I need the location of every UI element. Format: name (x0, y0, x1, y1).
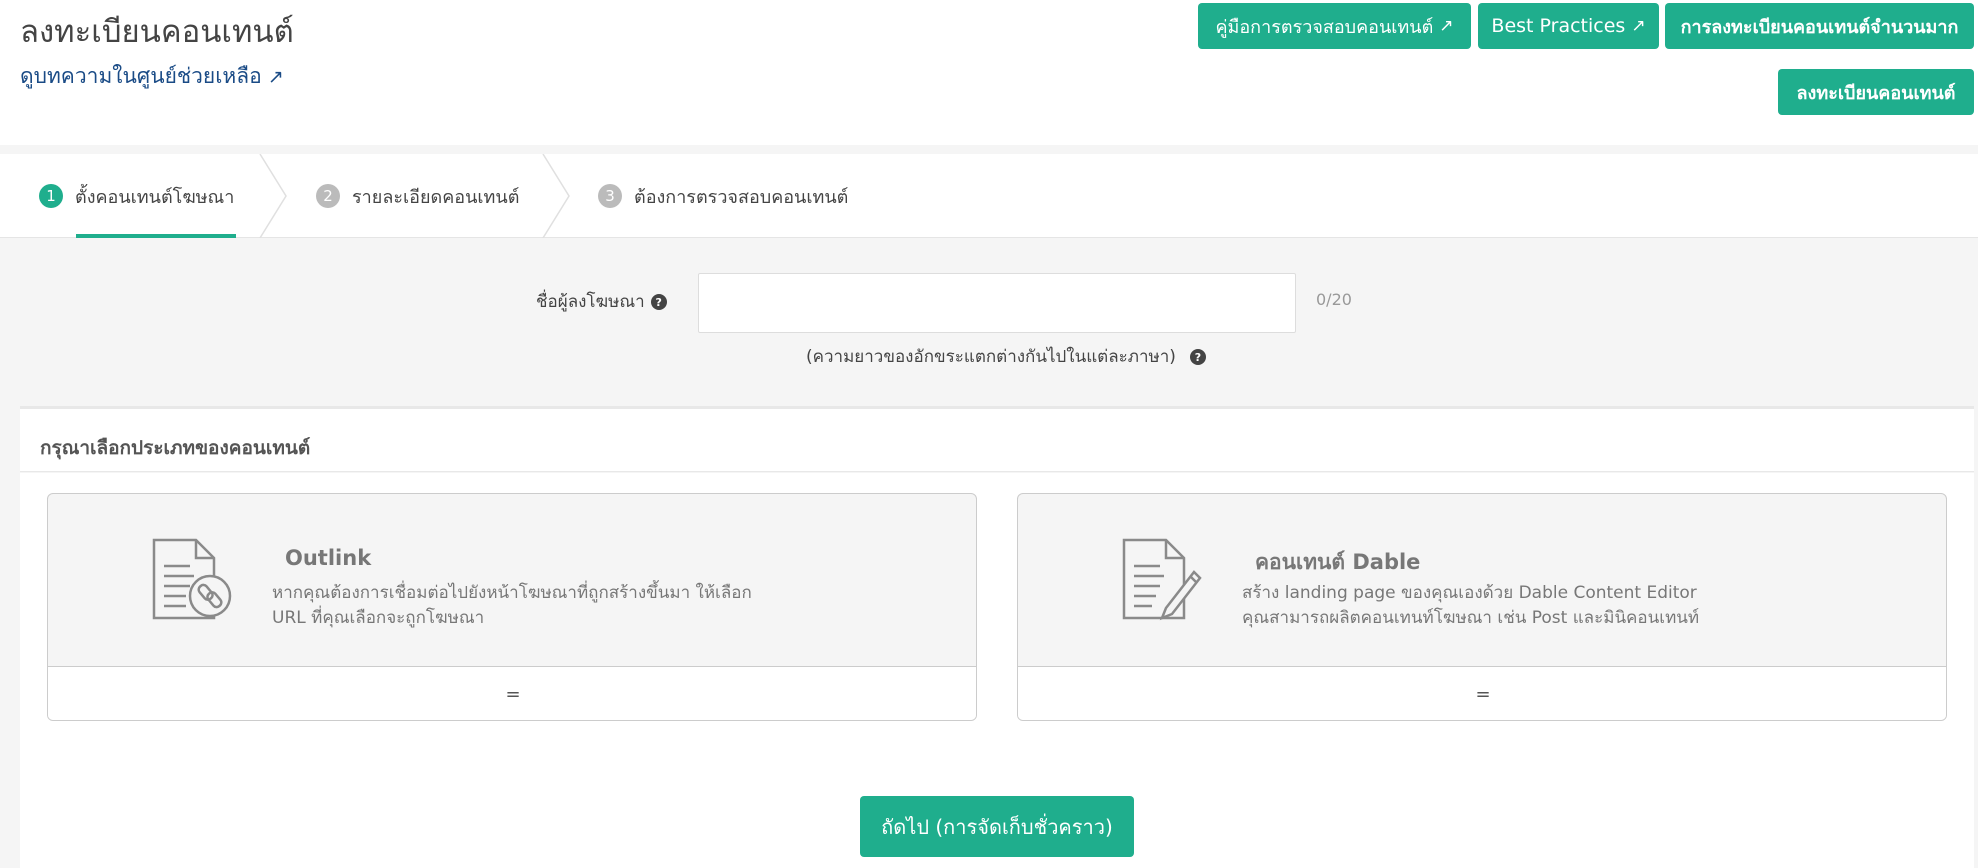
length-note: (ความยาวของอักขระแตกต่างกันไปในแต่ละภาษา… (806, 343, 1206, 370)
best-practices-button[interactable]: Best Practices ↗ (1478, 3, 1659, 49)
card-desc-line: หากคุณต้องการเชื่อมต่อไปยังหน้าโฆษณาที่ถ… (272, 583, 752, 603)
help-icon[interactable]: ? (650, 294, 667, 310)
outlink-card[interactable]: Outlink หากคุณต้องการเชื่อมต่อไปยังหน้าโ… (47, 493, 977, 721)
step-number: 3 (598, 184, 622, 208)
document-edit-icon (1122, 538, 1202, 621)
external-link-icon: ↗ (1439, 16, 1454, 36)
help-center-link[interactable]: ดูบทความในศูนย์ช่วยเหลือ ↗ (20, 60, 284, 93)
step-2[interactable]: 2 รายละเอียดคอนเทนต์ (316, 154, 519, 238)
help-link-label: ดูบทความในศูนย์ช่วยเหลือ (20, 64, 262, 88)
dable-content-card[interactable]: คอนเทนต์ Dable สร้าง landing page ของคุณ… (1017, 493, 1947, 721)
section-header: กรุณาเลือกประเภทของคอนเทนต์ (20, 409, 1974, 472)
char-counter: 0/20 (1316, 290, 1352, 309)
best-practices-label: Best Practices (1491, 15, 1626, 37)
active-step-underline (76, 234, 236, 238)
help-icon[interactable]: ? (1189, 349, 1206, 365)
step-chevron-icon (259, 154, 287, 238)
bulk-register-button[interactable]: การลงทะเบียนคอนเทนต์จำนวนมาก (1665, 3, 1974, 49)
card-title: คอนเทนต์ Dable (1255, 550, 1421, 574)
review-guide-label: คู่มือการตรวจสอบคอนเทนต์ (1215, 16, 1434, 38)
card-desc-line: คุณสามารถผลิตคอนเทนท์โฆษณา เช่น Post และ… (1242, 608, 1700, 628)
card-description: หากคุณต้องการเชื่อมต่อไปยังหน้าโฆษณาที่ถ… (272, 581, 752, 631)
document-link-icon (152, 538, 232, 620)
page-title: ลงทะเบียนคอนเทนต์ (20, 14, 294, 50)
card-description: สร้าง landing page ของคุณเองด้วย Dable C… (1242, 581, 1699, 631)
external-link-icon: ↗ (267, 66, 284, 88)
review-guide-button[interactable]: คู่มือการตรวจสอบคอนเทนต์ ↗ (1198, 3, 1471, 49)
section-title: กรุณาเลือกประเภทของคอนเทนต์ (40, 437, 311, 459)
card-select-footer[interactable]: = (1018, 666, 1946, 720)
length-note-text: (ความยาวของอักขระแตกต่างกันไปในแต่ละภาษา… (806, 347, 1176, 367)
step-1[interactable]: 1 ตั้งคอนเทนต์โฆษณา (39, 154, 234, 238)
page-header: ลงทะเบียนคอนเทนต์ ดูบทความในศูนย์ช่วยเหล… (0, 0, 1978, 145)
step-indicator: 1 ตั้งคอนเทนต์โฆษณา 2 รายละเอียดคอนเทนต์… (0, 154, 1978, 238)
step-label: ต้องการตรวจสอบคอนเทนต์ (634, 186, 849, 208)
external-link-icon: ↗ (1631, 16, 1646, 36)
advertiser-label-text: ชื่อผู้ลงโฆษณา (536, 292, 645, 312)
step-3[interactable]: 3 ต้องการตรวจสอบคอนเทนต์ (598, 154, 848, 238)
step-number: 2 (316, 184, 340, 208)
step-number: 1 (39, 184, 63, 208)
step-label: ตั้งคอนเทนต์โฆษณา (75, 186, 235, 208)
card-desc-line: URL ที่คุณเลือกจะถูกโฆษณา (272, 608, 485, 628)
step-label: รายละเอียดคอนเทนต์ (352, 186, 520, 208)
card-select-footer[interactable]: = (48, 666, 976, 720)
advertiser-name-input[interactable] (698, 273, 1296, 333)
step-chevron-icon (542, 154, 570, 238)
card-desc-line: สร้าง landing page ของคุณเองด้วย Dable C… (1242, 583, 1697, 603)
advertiser-name-label: ชื่อผู้ลงโฆษณา? (536, 288, 667, 315)
card-title: Outlink (285, 546, 372, 570)
register-content-button[interactable]: ลงทะเบียนคอนเทนต์ (1778, 69, 1974, 115)
next-temporary-save-button[interactable]: ถัดไป (การจัดเก็บชั่วคราว) (860, 796, 1134, 857)
